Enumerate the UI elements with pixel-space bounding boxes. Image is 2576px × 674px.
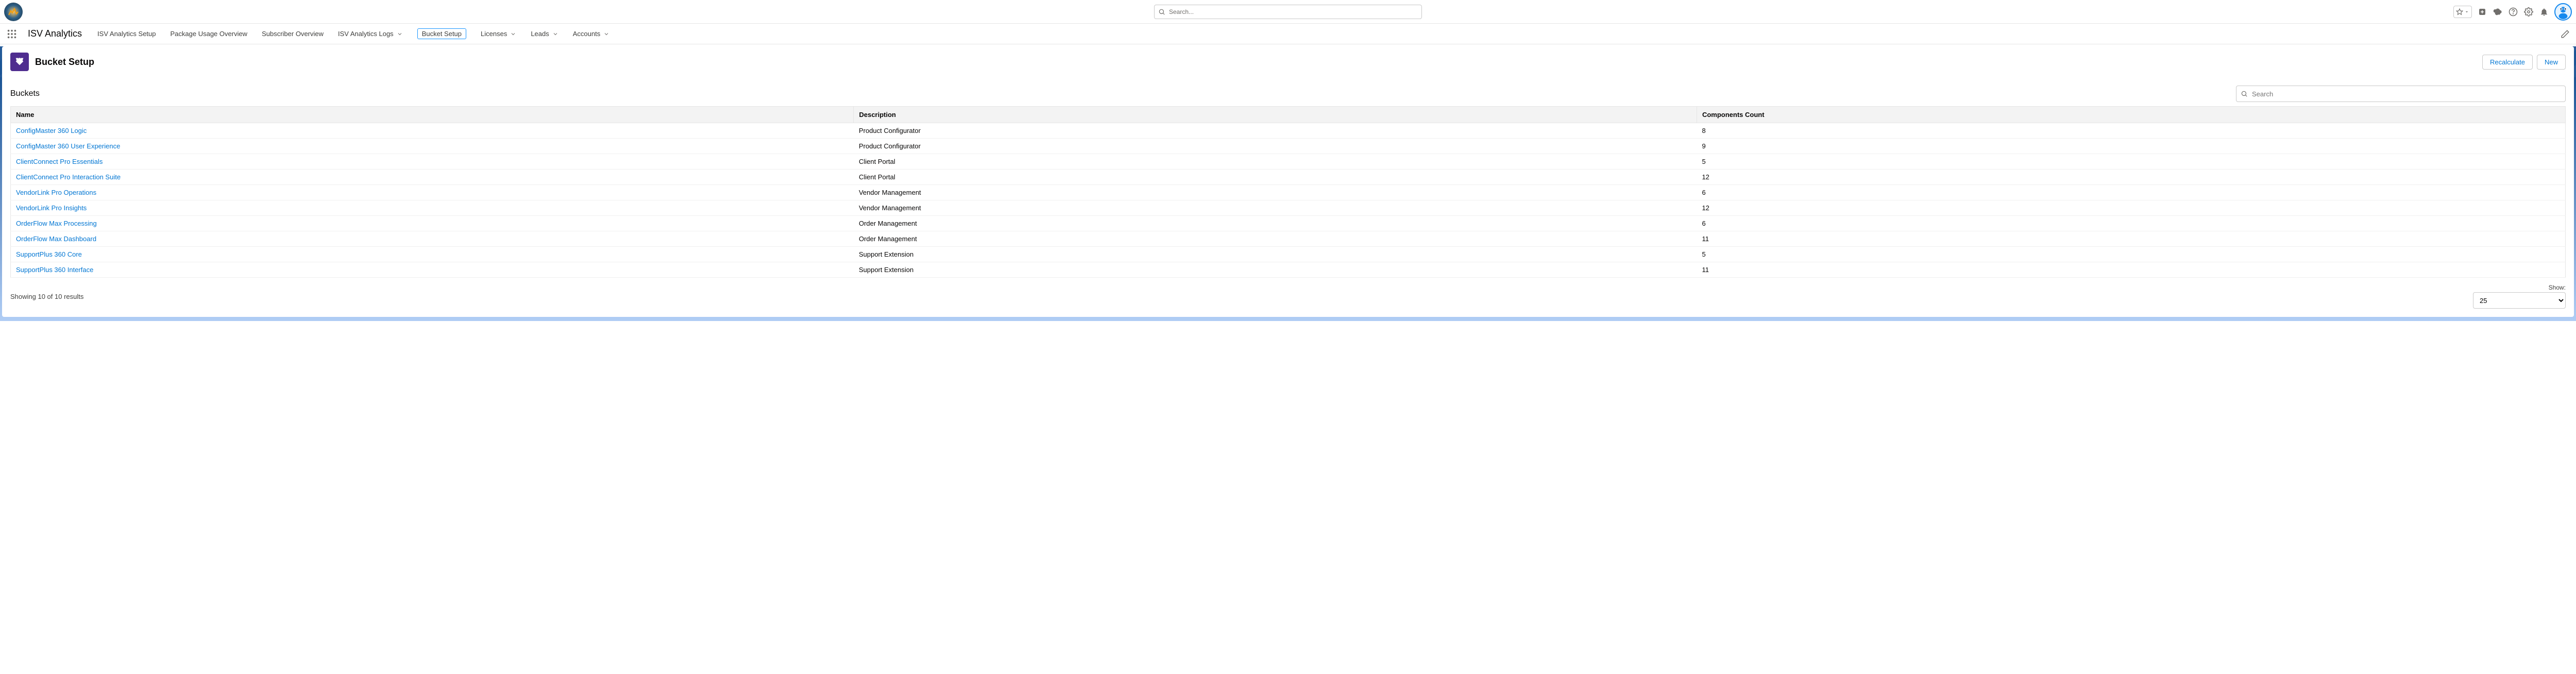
table-row: VendorLink Pro InsightsVendor Management… bbox=[11, 200, 2566, 216]
help-icon[interactable] bbox=[2508, 7, 2518, 17]
column-header-description[interactable]: Description bbox=[854, 107, 1697, 123]
app-launcher-icon[interactable] bbox=[6, 28, 18, 40]
table-row: ConfigMaster 360 User ExperienceProduct … bbox=[11, 139, 2566, 154]
nav-tab-label: Leads bbox=[531, 30, 549, 38]
bucket-description: Support Extension bbox=[854, 247, 1697, 262]
nav-tab-leads[interactable]: Leads bbox=[531, 24, 558, 44]
buckets-table: Name Description Components Count Config… bbox=[10, 106, 2566, 278]
global-header bbox=[0, 0, 2576, 24]
results-count-text: Showing 10 of 10 results bbox=[10, 293, 83, 300]
bucket-components-count: 9 bbox=[1697, 139, 2565, 154]
table-row: ClientConnect Pro Interaction SuiteClien… bbox=[11, 170, 2566, 185]
bucket-description: Order Management bbox=[854, 231, 1697, 247]
edit-pencil-icon[interactable] bbox=[2561, 29, 2570, 39]
salesforce-icon[interactable] bbox=[2493, 7, 2503, 17]
table-row: ClientConnect Pro EssentialsClient Porta… bbox=[11, 154, 2566, 170]
bucket-description: Vendor Management bbox=[854, 185, 1697, 200]
bucket-components-count: 12 bbox=[1697, 170, 2565, 185]
bucket-components-count: 6 bbox=[1697, 185, 2565, 200]
page-header: Bucket Setup Recalculate New bbox=[2, 46, 2574, 77]
show-label: Show: bbox=[2473, 284, 2566, 291]
user-avatar[interactable] bbox=[2554, 3, 2572, 21]
column-header-name[interactable]: Name bbox=[11, 107, 854, 123]
bucket-description: Client Portal bbox=[854, 170, 1697, 185]
nav-tab-label: ISV Analytics Logs bbox=[338, 30, 394, 38]
chevron-down-icon[interactable] bbox=[552, 31, 558, 37]
nav-tab-isv-analytics-logs[interactable]: ISV Analytics Logs bbox=[338, 24, 403, 44]
nav-tab-label: Bucket Setup bbox=[422, 30, 462, 38]
bucket-description: Product Configurator bbox=[854, 123, 1697, 139]
bucket-components-count: 11 bbox=[1697, 231, 2565, 247]
table-row: VendorLink Pro OperationsVendor Manageme… bbox=[11, 185, 2566, 200]
bucket-name-link[interactable]: SupportPlus 360 Interface bbox=[11, 262, 854, 278]
bucket-components-count: 12 bbox=[1697, 200, 2565, 216]
nav-tab-subscriber-overview[interactable]: Subscriber Overview bbox=[262, 24, 324, 44]
recalculate-button[interactable]: Recalculate bbox=[2482, 55, 2533, 70]
bucket-name-link[interactable]: SupportPlus 360 Core bbox=[11, 247, 854, 262]
section-title: Buckets bbox=[10, 89, 40, 98]
favorites-button[interactable] bbox=[2453, 6, 2472, 18]
nav-tab-label: Accounts bbox=[573, 30, 600, 38]
bucket-description: Client Portal bbox=[854, 154, 1697, 170]
app-nav-bar: ISV Analytics ISV Analytics Setup Package… bbox=[0, 24, 2576, 44]
table-row: SupportPlus 360 CoreSupport Extension5 bbox=[11, 247, 2566, 262]
notifications-icon[interactable] bbox=[2539, 7, 2549, 17]
table-row: ConfigMaster 360 LogicProduct Configurat… bbox=[11, 123, 2566, 139]
bucket-name-link[interactable]: ClientConnect Pro Essentials bbox=[11, 154, 854, 170]
page-size-select[interactable]: 25 bbox=[2473, 292, 2566, 309]
bucket-name-link[interactable]: ClientConnect Pro Interaction Suite bbox=[11, 170, 854, 185]
chevron-down-icon[interactable] bbox=[603, 31, 609, 37]
bucket-name-link[interactable]: OrderFlow Max Dashboard bbox=[11, 231, 854, 247]
bucket-components-count: 5 bbox=[1697, 154, 2565, 170]
bucket-icon bbox=[10, 53, 29, 71]
app-name: ISV Analytics bbox=[28, 28, 82, 39]
bucket-name-link[interactable]: ConfigMaster 360 User Experience bbox=[11, 139, 854, 154]
nav-tab-isv-analytics-setup[interactable]: ISV Analytics Setup bbox=[97, 24, 156, 44]
column-header-components-count[interactable]: Components Count bbox=[1697, 107, 2565, 123]
search-icon bbox=[2241, 90, 2248, 97]
table-row: OrderFlow Max DashboardOrder Management1… bbox=[11, 231, 2566, 247]
table-row: SupportPlus 360 InterfaceSupport Extensi… bbox=[11, 262, 2566, 278]
chevron-down-icon[interactable] bbox=[510, 31, 516, 37]
add-icon[interactable] bbox=[2477, 7, 2487, 17]
global-search-input[interactable] bbox=[1154, 5, 1422, 19]
bucket-description: Order Management bbox=[854, 216, 1697, 231]
nav-tab-package-usage-overview[interactable]: Package Usage Overview bbox=[171, 24, 248, 44]
nav-tab-licenses[interactable]: Licenses bbox=[481, 24, 516, 44]
page-title: Bucket Setup bbox=[35, 57, 94, 68]
bucket-name-link[interactable]: VendorLink Pro Insights bbox=[11, 200, 854, 216]
nav-tab-label: Package Usage Overview bbox=[171, 30, 248, 38]
bucket-name-link[interactable]: OrderFlow Max Processing bbox=[11, 216, 854, 231]
bucket-description: Vendor Management bbox=[854, 200, 1697, 216]
bucket-description: Support Extension bbox=[854, 262, 1697, 278]
bucket-name-link[interactable]: ConfigMaster 360 Logic bbox=[11, 123, 854, 139]
bucket-name-link[interactable]: VendorLink Pro Operations bbox=[11, 185, 854, 200]
setup-gear-icon[interactable] bbox=[2523, 7, 2534, 17]
new-button[interactable]: New bbox=[2537, 55, 2566, 70]
nav-tab-label: ISV Analytics Setup bbox=[97, 30, 156, 38]
chevron-down-icon[interactable] bbox=[397, 31, 403, 37]
bucket-components-count: 6 bbox=[1697, 216, 2565, 231]
bucket-components-count: 11 bbox=[1697, 262, 2565, 278]
bucket-description: Product Configurator bbox=[854, 139, 1697, 154]
nav-tab-label: Licenses bbox=[481, 30, 507, 38]
bucket-components-count: 8 bbox=[1697, 123, 2565, 139]
search-icon bbox=[1158, 8, 1165, 15]
table-row: OrderFlow Max ProcessingOrder Management… bbox=[11, 216, 2566, 231]
nav-tab-accounts[interactable]: Accounts bbox=[573, 24, 609, 44]
org-logo bbox=[4, 3, 23, 21]
table-search-input[interactable] bbox=[2236, 86, 2566, 102]
nav-tab-bucket-setup[interactable]: Bucket Setup bbox=[417, 28, 466, 39]
nav-tab-label: Subscriber Overview bbox=[262, 30, 324, 38]
bucket-components-count: 5 bbox=[1697, 247, 2565, 262]
